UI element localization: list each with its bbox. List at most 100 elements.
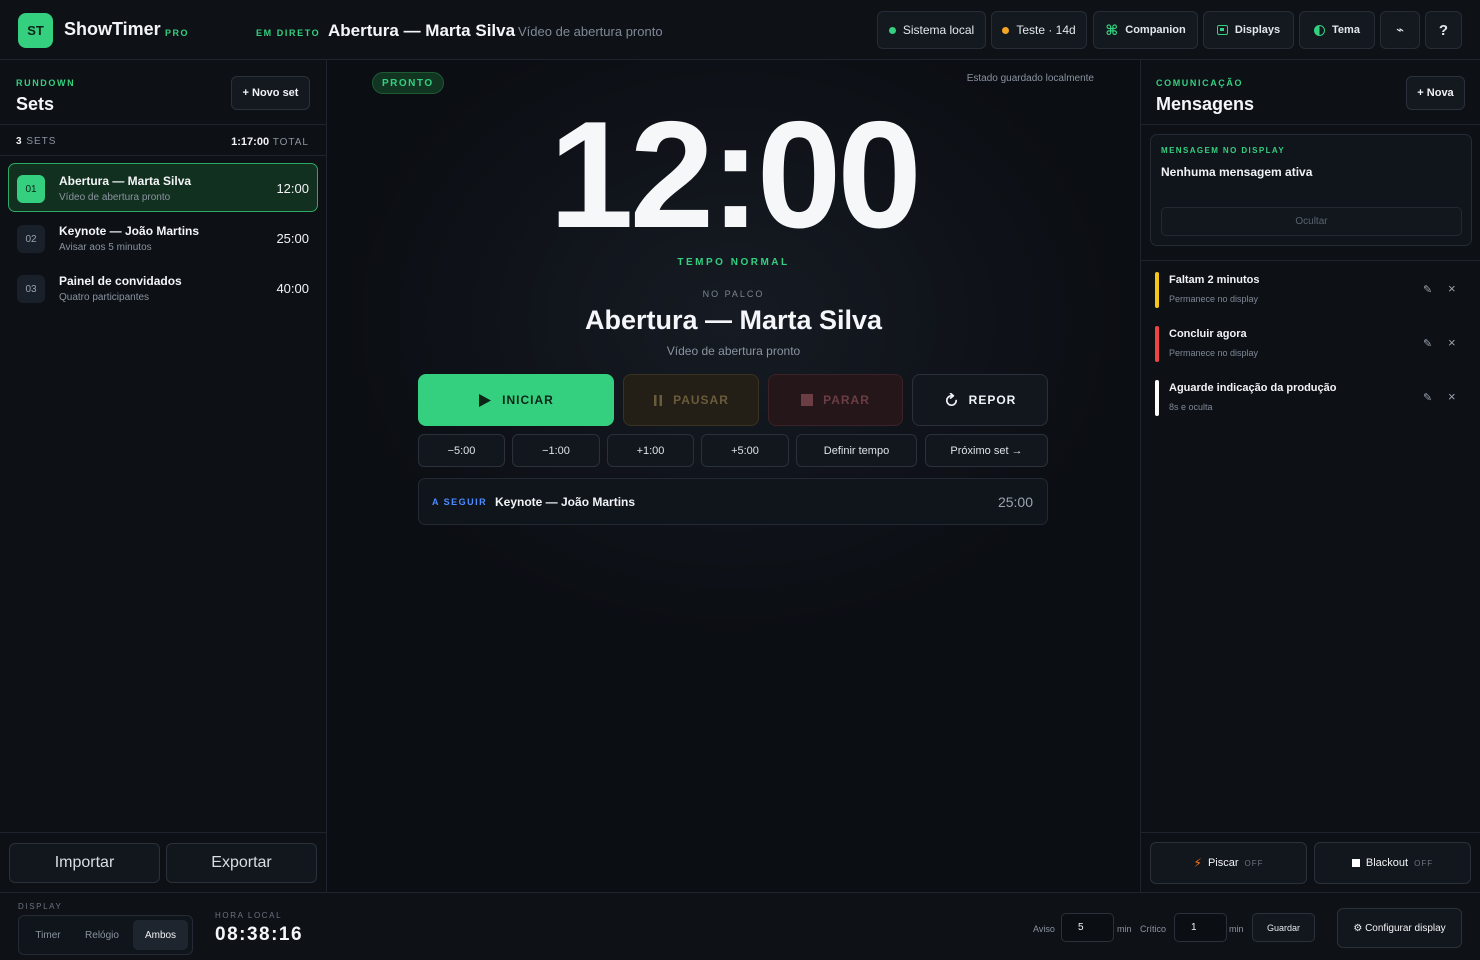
message-item-3[interactable]: Aguarde indicação da produção 8s e ocult… xyxy=(1155,380,1473,420)
close-icon[interactable]: × xyxy=(1448,335,1456,350)
help-button[interactable]: ? xyxy=(1425,11,1462,49)
display-message-value: Nenhuma mensagem ativa xyxy=(1161,165,1313,179)
up-next-name: Keynote — João Martins xyxy=(495,495,636,509)
critical-input[interactable] xyxy=(1174,913,1227,942)
new-message-button[interactable]: + Nova xyxy=(1406,76,1465,110)
stop-icon xyxy=(801,394,814,406)
reset-button[interactable]: REPOR xyxy=(912,374,1048,426)
display-mode-both[interactable]: Ambos xyxy=(133,920,188,950)
set-time-button[interactable]: Definir tempo xyxy=(796,434,917,467)
brand-tag: PRO xyxy=(165,28,190,38)
message-color-bar xyxy=(1155,272,1159,308)
trial-label: Teste · 14d xyxy=(1016,23,1076,37)
companion-button[interactable]: ⌘ Companion xyxy=(1093,11,1198,49)
system-status-button[interactable]: Sistema local xyxy=(877,11,986,49)
pause-label: PAUSAR xyxy=(673,393,729,407)
display-icon xyxy=(1216,25,1228,35)
blackout-label: Blackout xyxy=(1365,857,1409,869)
flash-label: Piscar xyxy=(1207,857,1239,869)
message-color-bar xyxy=(1155,326,1159,362)
critical-unit: min xyxy=(1229,924,1244,934)
set-item-3[interactable]: 03 Painel de convidados Quatro participa… xyxy=(8,263,318,312)
export-button[interactable]: Exportar xyxy=(166,843,317,883)
sets-total: 1:17:00 TOTAL xyxy=(231,136,309,148)
message-title: Faltam 2 minutos xyxy=(1169,274,1260,286)
new-set-button[interactable]: + Novo set xyxy=(231,76,310,110)
bottom-bar: DISPLAY Timer Relógio Ambos HORA LOCAL 0… xyxy=(0,892,1480,960)
set-item-1[interactable]: 01 Abertura — Marta Silva Vídeo de abert… xyxy=(8,163,318,212)
messages-title: Mensagens xyxy=(1156,94,1255,114)
live-label: EM DIRETO xyxy=(256,28,321,38)
set-duration: 25:00 xyxy=(276,231,309,246)
display-mode-timer[interactable]: Timer xyxy=(23,920,73,950)
displays-button[interactable]: Displays xyxy=(1203,11,1294,49)
set-duration: 12:00 xyxy=(276,181,309,196)
stop-button[interactable]: PARAR xyxy=(768,374,903,426)
on-stage-subtitle: Vídeo de abertura pronto xyxy=(666,344,801,358)
pause-button[interactable]: PAUSAR xyxy=(623,374,759,426)
configure-display-button[interactable]: ⚙ Configurar display xyxy=(1337,908,1462,948)
save-thresholds-button[interactable]: Guardar xyxy=(1252,913,1315,942)
message-item-2[interactable]: Concluir agora Permanece no display ✎ × xyxy=(1155,326,1473,366)
rundown-eyebrow: RUNDOWN xyxy=(16,78,76,88)
divider xyxy=(1141,260,1480,261)
close-icon[interactable]: × xyxy=(1448,389,1456,404)
contrast-icon xyxy=(1314,24,1326,36)
close-icon[interactable]: × xyxy=(1448,281,1456,296)
saved-note: Estado guardado localmente xyxy=(966,73,1094,84)
plus-5-button[interactable]: +5:00 xyxy=(701,434,789,467)
reset-label: REPOR xyxy=(968,393,1017,407)
message-subtitle: 8s e oculta xyxy=(1169,402,1213,412)
theme-button[interactable]: Tema xyxy=(1299,11,1375,49)
local-clock: 08:38:16 xyxy=(215,924,304,945)
help-icon: ? xyxy=(1438,21,1449,39)
set-item-2[interactable]: 02 Keynote — João Martins Avisar aos 5 m… xyxy=(8,213,318,262)
lightning-icon: ⚡ xyxy=(1193,856,1202,870)
trial-button[interactable]: Teste · 14d xyxy=(991,11,1087,49)
message-title: Concluir agora xyxy=(1169,328,1247,340)
pencil-icon[interactable]: ✎ xyxy=(1423,283,1432,296)
up-next-card[interactable]: A SEGUIR Keynote — João Martins 25:00 xyxy=(418,478,1048,525)
message-item-1[interactable]: Faltam 2 minutos Permanece no display ✎ … xyxy=(1155,272,1473,312)
pencil-icon[interactable]: ✎ xyxy=(1423,337,1432,350)
set-number: 02 xyxy=(17,225,45,253)
warning-unit: min xyxy=(1117,924,1132,934)
status-badge: PRONTO xyxy=(372,72,444,94)
set-subtitle: Avisar aos 5 minutos xyxy=(59,242,152,253)
message-title: Aguarde indicação da produção xyxy=(1169,382,1337,394)
up-next-label: A SEGUIR xyxy=(432,497,488,507)
set-number: 01 xyxy=(17,175,45,203)
hide-message-button[interactable]: Ocultar xyxy=(1161,207,1462,236)
misc-button[interactable]: ⌁ xyxy=(1380,11,1420,49)
minus-1-button[interactable]: −1:00 xyxy=(512,434,600,467)
blackout-button[interactable]: Blackout OFF xyxy=(1314,842,1471,884)
on-stage-label: NO PALCO xyxy=(702,289,765,299)
set-number: 03 xyxy=(17,275,45,303)
minus-5-button[interactable]: −5:00 xyxy=(418,434,505,467)
warning-input[interactable] xyxy=(1061,913,1114,942)
display-mode-clock[interactable]: Relógio xyxy=(77,920,127,950)
timer-display: 12:00 xyxy=(549,90,922,260)
theme-label: Tema xyxy=(1332,24,1360,36)
display-message-label: MENSAGEM NO DISPLAY xyxy=(1161,146,1286,155)
logo-mark: ST xyxy=(18,13,53,48)
start-button[interactable]: INICIAR xyxy=(418,374,614,426)
plus-1-button[interactable]: +1:00 xyxy=(607,434,694,467)
up-next-duration: 25:00 xyxy=(997,494,1033,510)
rundown-panel: RUNDOWN Sets + Novo set 3 SETS 1:17:00 T… xyxy=(0,60,327,892)
status-dot-icon xyxy=(888,26,896,34)
brand-name: ShowTimer xyxy=(64,19,161,39)
critical-label: Crítico xyxy=(1140,924,1167,934)
display-mode-toggle: Timer Relógio Ambos xyxy=(18,915,193,955)
live-subtitle: Vídeo de abertura pronto xyxy=(518,24,663,39)
on-stage-title: Abertura — Marta Silva xyxy=(584,305,883,335)
rundown-footer: Importar Exportar xyxy=(0,832,326,892)
sets-summary: 3 SETS 1:17:00 TOTAL xyxy=(0,124,326,156)
pencil-icon[interactable]: ✎ xyxy=(1423,391,1432,404)
warning-label: Aviso xyxy=(1033,924,1055,934)
next-set-button[interactable]: Próximo set → xyxy=(925,434,1048,467)
flash-button[interactable]: ⚡ Piscar OFF xyxy=(1150,842,1307,884)
divider xyxy=(1141,124,1480,125)
import-button[interactable]: Importar xyxy=(9,843,160,883)
app-root: ST ShowTimer PRO EM DIRETO Abertura — Ma… xyxy=(0,0,1480,960)
